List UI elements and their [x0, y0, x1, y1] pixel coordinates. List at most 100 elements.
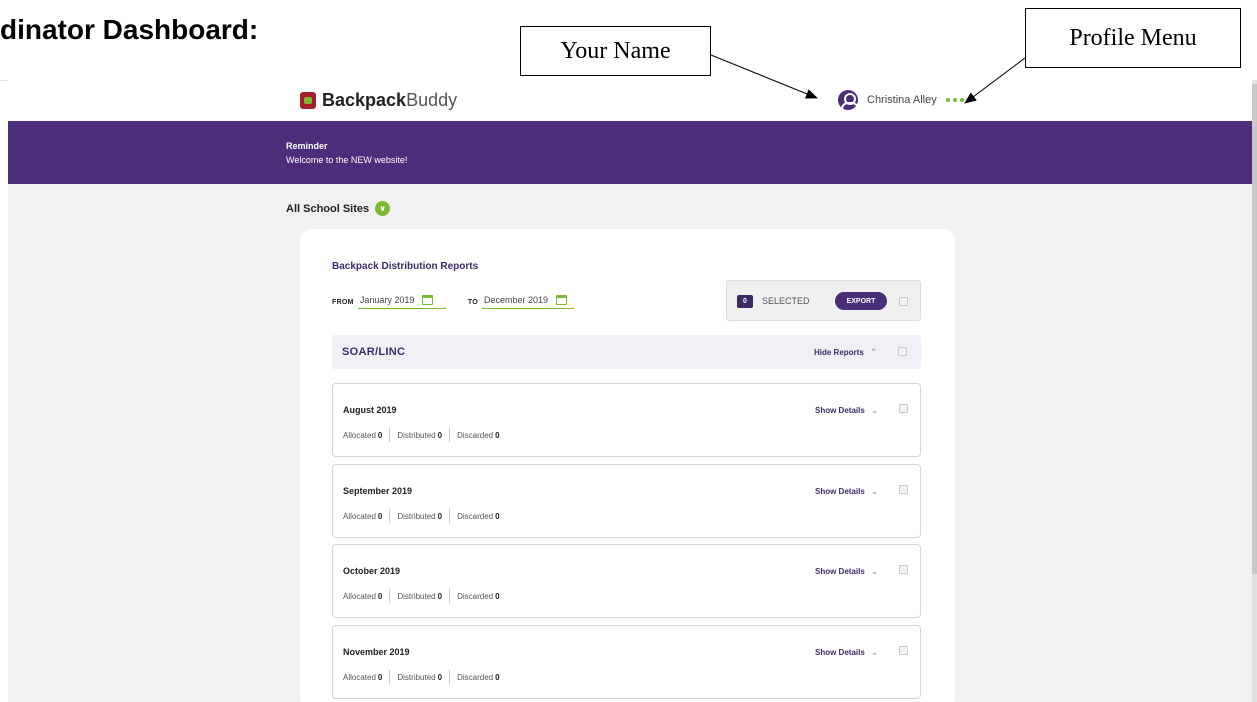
school-checkbox[interactable] — [898, 347, 907, 356]
from-date-field[interactable]: January 2019 — [357, 295, 446, 309]
logo-text-light: Buddy — [406, 90, 458, 110]
month-report-october: October 2019 Allocated 0 Distributed 0 Dis… — [332, 544, 921, 618]
to-label: TO — [467, 298, 479, 306]
show-details-label: Show Details — [815, 406, 865, 415]
show-details-label: Show Details — [815, 648, 865, 657]
month-checkbox[interactable] — [899, 485, 908, 494]
scrollbar-thumb[interactable] — [1252, 84, 1257, 574]
stat-divider — [449, 428, 451, 442]
chevron-down-icon: ⌄ — [870, 405, 879, 415]
scrollbar[interactable] — [1252, 80, 1257, 702]
allocated-label: Allocated — [343, 672, 376, 682]
from-label: FROM — [332, 298, 354, 306]
month-stats: Allocated 0 Distributed 0 Discarded 0 — [343, 589, 500, 603]
month-report-november: November 2019 Allocated 0 Distributed 0 Di… — [332, 625, 921, 699]
discarded-label: Discarded — [457, 591, 494, 601]
banner-title: Reminder — [286, 141, 328, 151]
distributed-label: Distributed — [397, 672, 436, 682]
calendar-icon[interactable] — [556, 295, 568, 305]
chevron-down-icon: ⌄ — [870, 566, 879, 576]
month-checkbox[interactable] — [899, 565, 908, 574]
distributed-label: Distributed — [397, 591, 436, 601]
month-title: September 2019 — [343, 486, 413, 496]
month-checkbox[interactable] — [899, 646, 908, 655]
export-button[interactable]: EXPORT — [835, 292, 887, 310]
month-stats: Allocated 0 Distributed 0 Discarded 0 — [343, 428, 500, 442]
show-details-label: Show Details — [815, 567, 865, 576]
month-title: October 2019 — [343, 566, 401, 576]
discarded-label: Discarded — [457, 672, 494, 682]
hide-reports-label: Hide Reports — [814, 348, 864, 357]
to-date-value: December 2019 — [484, 295, 549, 305]
reminder-banner: Reminder Welcome to the NEW website! — [8, 121, 1257, 184]
stat-divider — [389, 589, 391, 603]
school-sites-label: All School Sites — [286, 202, 370, 215]
backpack-logo-icon — [300, 92, 316, 109]
school-group-header: SOAR/LINC Hide Reports ⌃ — [332, 335, 921, 369]
distributed-value: 0 — [437, 672, 443, 682]
app-header: Backpack Buddy Christina Alley — [8, 80, 1257, 121]
distributed-value: 0 — [437, 511, 443, 521]
month-title: August 2019 — [343, 405, 397, 415]
allocated-value: 0 — [377, 672, 383, 682]
discarded-value: 0 — [495, 511, 500, 521]
allocated-value: 0 — [377, 591, 383, 601]
school-sites-selector[interactable]: All School Sites ∨ — [286, 201, 391, 216]
to-date-field[interactable]: December 2019 — [482, 295, 575, 309]
show-details-toggle[interactable]: Show Details ⌄ — [815, 405, 878, 416]
discarded-label: Discarded — [457, 511, 494, 521]
user-profile: Christina Alley — [838, 90, 964, 110]
hide-reports-toggle[interactable]: Hide Reports ⌃ — [814, 347, 877, 358]
chevron-up-icon: ⌃ — [869, 347, 878, 357]
show-details-toggle[interactable]: Show Details ⌄ — [815, 486, 878, 497]
allocated-value: 0 — [377, 511, 383, 521]
chevron-down-icon: ⌄ — [870, 486, 879, 496]
document-heading: dinator Dashboard: — [0, 14, 259, 45]
month-stats: Allocated 0 Distributed 0 Discarded 0 — [343, 509, 500, 523]
stat-divider — [389, 428, 391, 442]
stat-divider — [449, 670, 451, 684]
month-report-august: August 2019 Allocated 0 Distributed 0 Disc… — [332, 383, 921, 457]
show-details-toggle[interactable]: Show Details ⌄ — [815, 647, 878, 658]
selected-label: SELECTED — [762, 296, 810, 306]
profile-menu-callout: Profile Menu — [1025, 8, 1241, 68]
select-all-checkbox[interactable] — [899, 297, 908, 306]
logo[interactable]: Backpack Buddy — [300, 90, 457, 111]
reports-title: Backpack Distribution Reports — [332, 261, 479, 272]
chevron-down-icon: ⌄ — [870, 647, 879, 657]
distributed-value: 0 — [437, 430, 443, 440]
stat-divider — [449, 509, 451, 523]
user-circle-icon[interactable] — [838, 90, 859, 110]
discarded-value: 0 — [495, 591, 500, 601]
logo-text-bold: Backpack — [322, 90, 407, 110]
reports-card: Backpack Distribution Reports FROM Janua… — [300, 229, 955, 702]
school-name: SOAR/LINC — [342, 346, 406, 358]
app-screenshot: Backpack Buddy Christina Alley Reminder W… — [8, 80, 1257, 702]
calendar-icon[interactable] — [422, 295, 434, 305]
ellipsis-icon[interactable] — [945, 98, 964, 102]
distributed-label: Distributed — [397, 511, 436, 521]
banner-message: Welcome to the NEW website! — [286, 155, 408, 165]
user-name[interactable]: Christina Alley — [867, 94, 937, 106]
selection-panel: 0 SELECTED EXPORT — [726, 280, 921, 321]
distributed-value: 0 — [437, 591, 443, 601]
show-details-toggle[interactable]: Show Details ⌄ — [815, 566, 878, 577]
month-title: November 2019 — [343, 647, 410, 657]
discarded-value: 0 — [495, 430, 500, 440]
your-name-callout: Your Name — [520, 26, 711, 76]
stat-divider — [389, 509, 391, 523]
month-report-september: September 2019 Allocated 0 Distributed 0 D… — [332, 464, 921, 538]
discarded-value: 0 — [495, 672, 500, 682]
distributed-label: Distributed — [397, 430, 436, 440]
stat-divider — [449, 589, 451, 603]
chevron-down-icon[interactable]: ∨ — [375, 201, 391, 216]
month-checkbox[interactable] — [899, 404, 908, 413]
show-details-label: Show Details — [815, 487, 865, 496]
allocated-value: 0 — [377, 430, 383, 440]
allocated-label: Allocated — [343, 511, 376, 521]
from-date-value: January 2019 — [359, 295, 415, 305]
selected-count-badge: 0 — [737, 295, 753, 308]
allocated-label: Allocated — [343, 430, 376, 440]
allocated-label: Allocated — [343, 591, 376, 601]
stat-divider — [389, 670, 391, 684]
